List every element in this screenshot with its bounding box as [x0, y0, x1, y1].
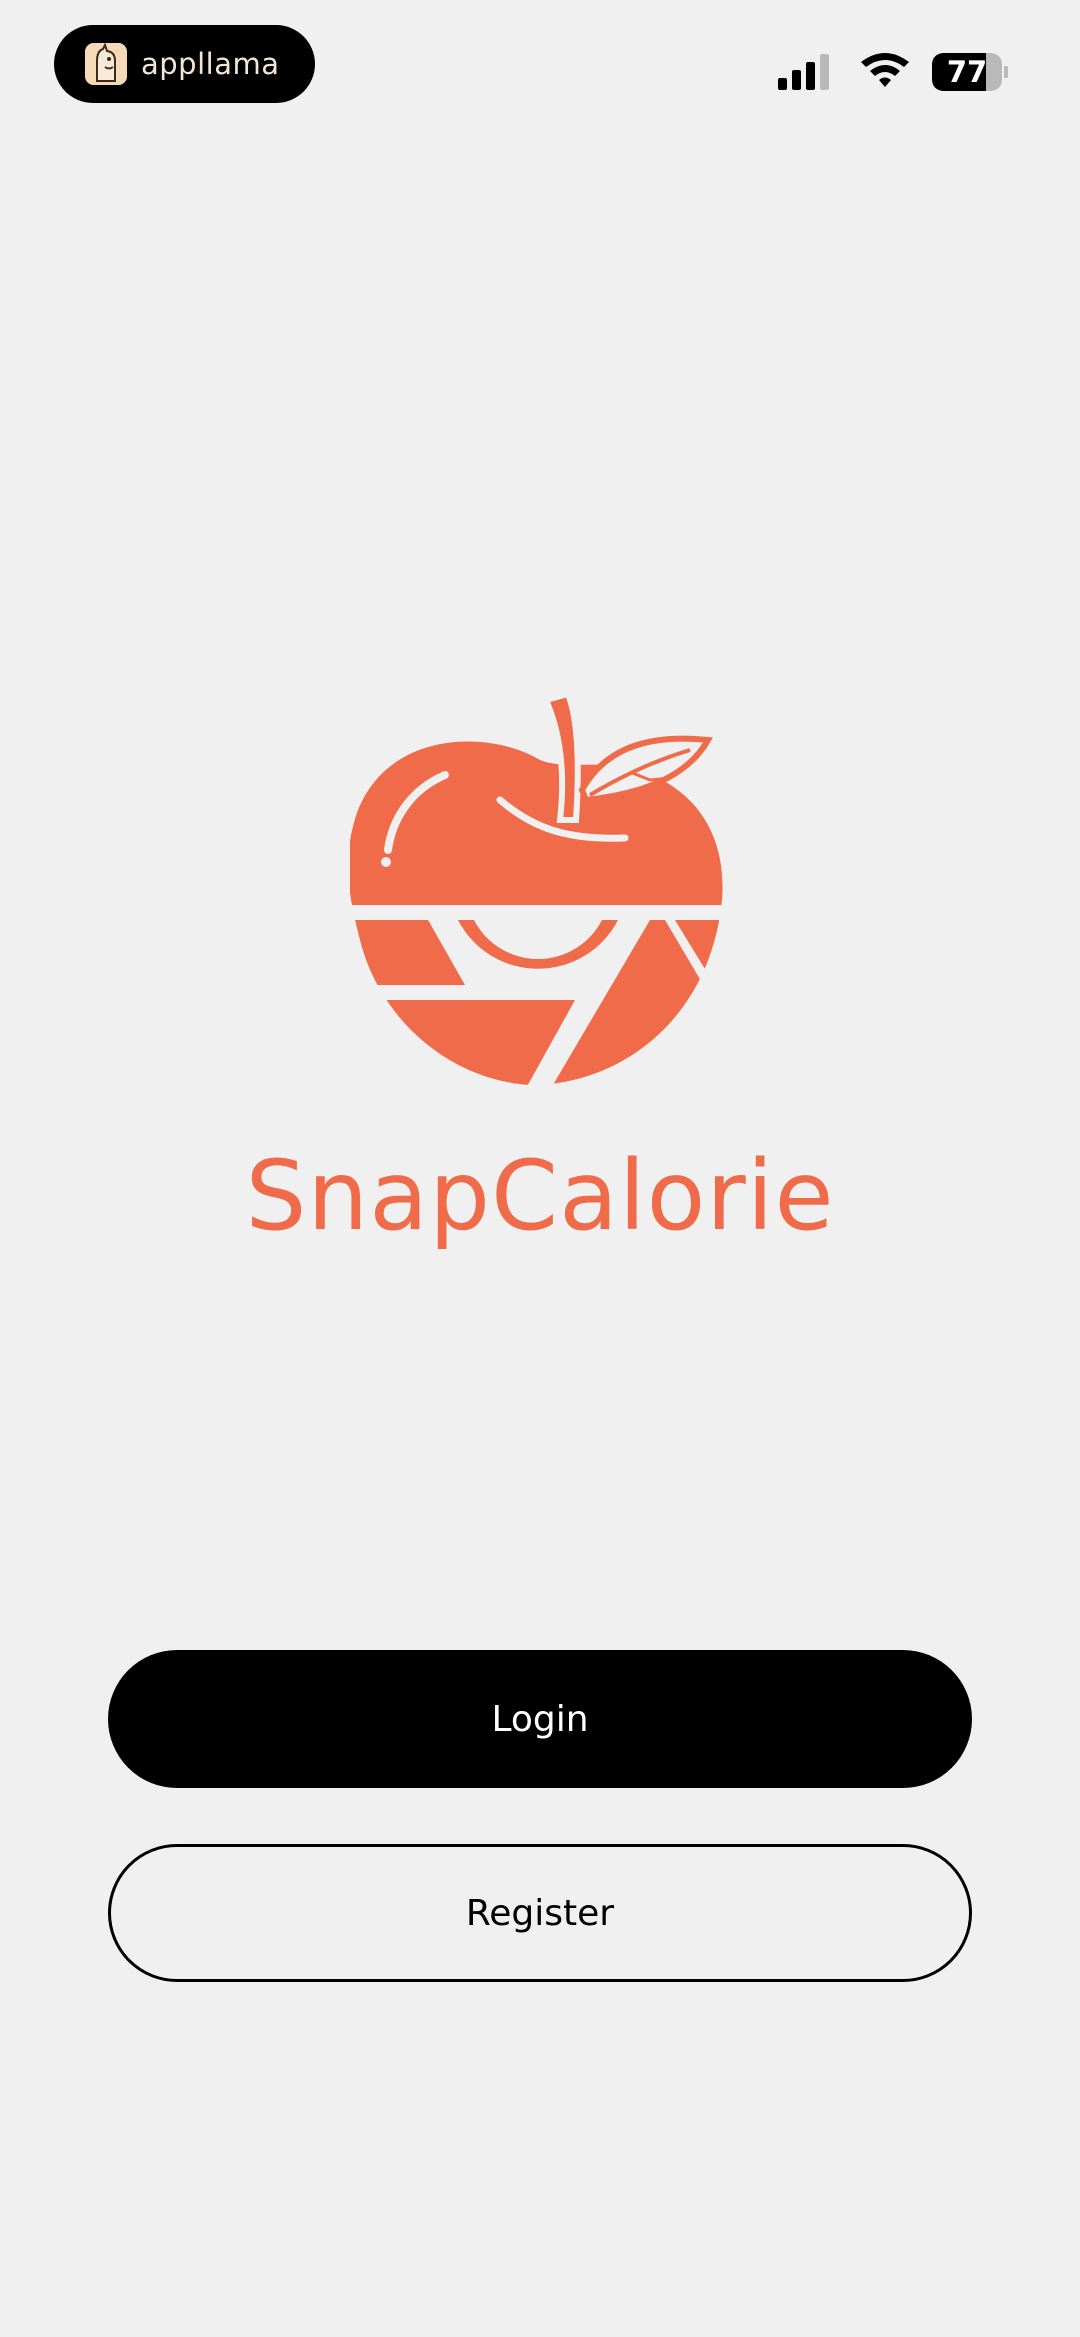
llama-icon: [85, 43, 127, 85]
login-button[interactable]: Login: [108, 1650, 972, 1788]
register-button[interactable]: Register: [108, 1844, 972, 1982]
battery-icon: 77: [932, 53, 1008, 91]
status-indicators: 77: [778, 50, 1008, 94]
app-badge-text: appllama: [141, 47, 280, 81]
signal-icon: [778, 54, 834, 90]
app-title: SnapCalorie: [245, 1140, 835, 1252]
apple-camera-shutter-icon: [350, 690, 723, 1085]
battery-level: 77: [946, 55, 988, 89]
wifi-icon: [860, 51, 910, 93]
app-badge: appllama: [54, 25, 315, 103]
